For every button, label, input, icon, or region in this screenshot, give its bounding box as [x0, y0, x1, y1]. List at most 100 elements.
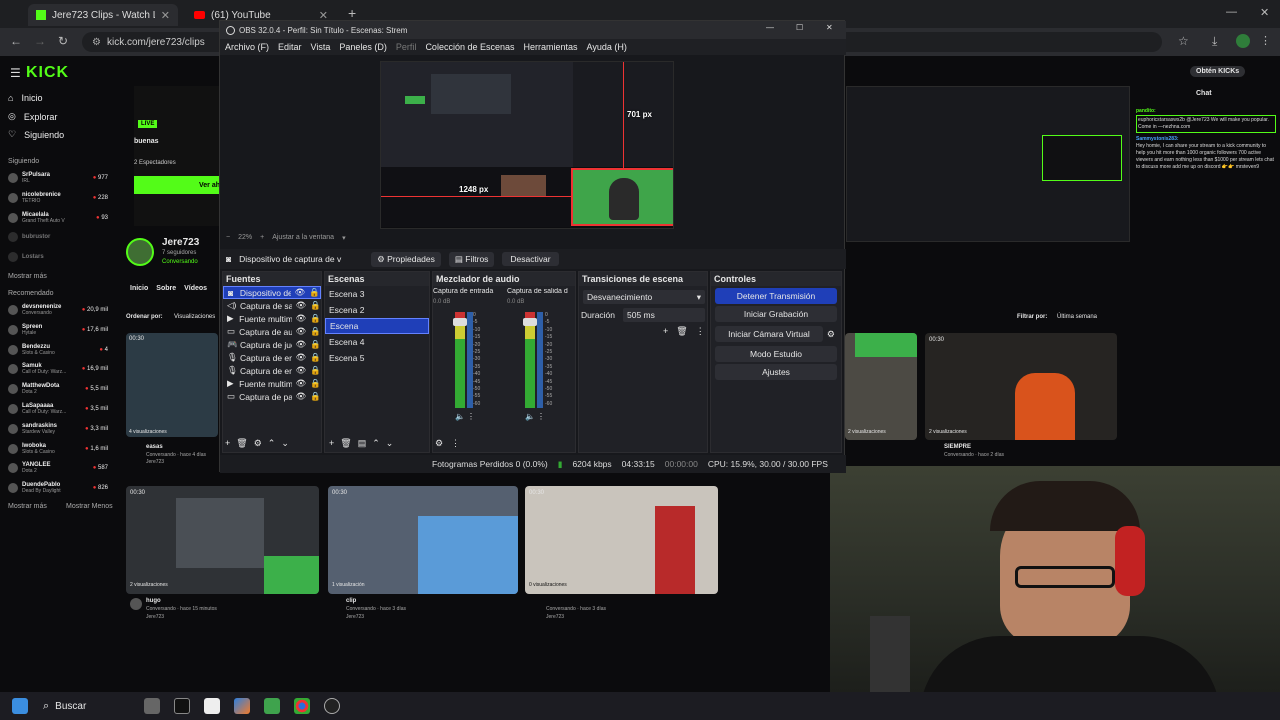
get-kicks-button[interactable]: Obtén KICKs: [1190, 66, 1246, 77]
obs-titlebar[interactable]: OBS 32.0.4 - Perfil: Sin Título - Escena…: [220, 21, 846, 39]
sidebar-channel-item[interactable]: BendezzuSlots & Casino4: [8, 344, 108, 356]
clip-thumbnail[interactable]: 00:30 1 visualización: [328, 486, 518, 594]
profile-avatar[interactable]: [1236, 34, 1250, 48]
source-item[interactable]: 🎙 Captura de en 👁 🔒: [223, 364, 321, 377]
lock-icon[interactable]: 🔒: [310, 300, 321, 311]
obs-taskbar-icon[interactable]: [324, 698, 341, 714]
source-item[interactable]: 🎙 Captura de en 👁 🔒: [223, 351, 321, 364]
stop-streaming-button[interactable]: Detener Transmisión: [715, 288, 837, 304]
scene-item[interactable]: Escena 2: [325, 302, 429, 318]
show-more-link-2[interactable]: Mostrar más: [8, 503, 47, 510]
clip-thumbnail[interactable]: 2 visualizaciones: [845, 333, 917, 440]
eye-icon[interactable]: 👁: [296, 391, 307, 402]
add-transition-icon[interactable]: +: [663, 326, 668, 337]
obs-preview[interactable]: 701 px 1248 px: [380, 61, 674, 229]
source-item[interactable]: ▭ Captura de au 👁 🔒: [223, 325, 321, 338]
back-icon[interactable]: ←: [10, 34, 22, 48]
tab-inicio[interactable]: Inicio: [130, 285, 148, 292]
lock-icon[interactable]: 🔒: [310, 365, 321, 376]
source-item[interactable]: ▶ Fuente multim 👁 🔒: [223, 312, 321, 325]
menu-ayuda[interactable]: Ayuda (H): [587, 42, 627, 52]
nav-home[interactable]: ⌂ Inicio: [8, 93, 42, 103]
minimize-icon[interactable]: —: [766, 23, 774, 32]
mixer-settings-icon[interactable]: ⚙: [435, 438, 443, 449]
eye-icon[interactable]: 👁: [296, 378, 307, 389]
sidebar-channel-item[interactable]: SamukCall of Duty: Warz...16,9 mil: [8, 363, 108, 375]
close-window-icon[interactable]: ✕: [1260, 6, 1269, 19]
scene-item[interactable]: Escena 3: [325, 286, 429, 302]
windows-start-icon[interactable]: [12, 698, 28, 714]
menu-coleccion-escenas[interactable]: Colección de Escenas: [425, 42, 514, 52]
clip-thumbnail[interactable]: 00:30 4 visualizaciones: [126, 333, 218, 437]
show-more-link[interactable]: Mostrar más: [8, 273, 47, 280]
store-icon[interactable]: [264, 698, 281, 714]
eye-icon[interactable]: 👁: [296, 352, 307, 363]
scene-item[interactable]: Escena 5: [325, 350, 429, 366]
chat-username[interactable]: Sammystonis283:: [1136, 136, 1276, 143]
eye-icon[interactable]: 👁: [296, 313, 307, 324]
clip-thumbnail[interactable]: 00:30 2 visualizaciones: [925, 333, 1117, 440]
sidebar-channel-item[interactable]: YANGLEEDota 2587: [8, 462, 108, 474]
lock-icon[interactable]: 🔒: [310, 391, 321, 402]
volume-fader-2[interactable]: [523, 318, 537, 326]
eye-icon[interactable]: 👁: [296, 300, 307, 311]
volume-fader-1[interactable]: [453, 318, 467, 326]
menu-herramientas[interactable]: Herramientas: [524, 42, 578, 52]
bookmark-star-icon[interactable]: ☆: [1178, 34, 1189, 48]
menu-vista[interactable]: Vista: [311, 42, 331, 52]
lock-icon[interactable]: 🔒: [310, 352, 321, 363]
lock-icon[interactable]: 🔒: [310, 326, 321, 337]
tab-sobre[interactable]: Sobre: [156, 285, 176, 292]
file-icon[interactable]: [204, 698, 221, 714]
site-info-icon[interactable]: ⚙: [92, 37, 101, 48]
source-item[interactable]: ◁) Captura de sal 👁 🔒: [223, 299, 321, 312]
gear-icon[interactable]: ⚙: [827, 329, 835, 340]
delete-source-icon[interactable]: 🗑: [236, 438, 247, 449]
maximize-icon[interactable]: ☐: [796, 23, 803, 32]
eye-icon[interactable]: 👁: [296, 365, 307, 376]
zoom-out-icon[interactable]: −: [226, 234, 230, 242]
studio-mode-button[interactable]: Modo Estudio: [715, 346, 837, 362]
menu-editar[interactable]: Editar: [278, 42, 302, 52]
channel-avatar[interactable]: [126, 238, 154, 266]
scene-filters-icon[interactable]: ▤: [358, 438, 367, 449]
chat-username[interactable]: pandito:: [1136, 108, 1276, 115]
mini-player[interactable]: LIVE buenas 2 Espectadores Ver ah: [134, 86, 224, 226]
speaker-icon[interactable]: 🔈: [455, 412, 465, 421]
clip-title[interactable]: SIEMPRE: [944, 444, 971, 450]
clip-thumbnail[interactable]: 00:30 0 visualizaciones: [525, 486, 718, 594]
properties-button[interactable]: ⚙ Propiedades: [371, 251, 441, 267]
chevron-down-icon[interactable]: ▾: [342, 234, 346, 242]
source-settings-icon[interactable]: ⚙: [254, 438, 262, 449]
source-item[interactable]: ▭ Captura de pa 👁 🔒: [223, 390, 321, 403]
menu-perfil[interactable]: Perfil: [396, 42, 417, 52]
lock-icon[interactable]: 🔒: [310, 378, 321, 389]
more-options-icon[interactable]: ⋮: [696, 326, 705, 337]
tab-kick[interactable]: Jere723 Clips - Watch Live on K ✕: [28, 4, 178, 26]
obs-window[interactable]: OBS 32.0.4 - Perfil: Sin Título - Escena…: [219, 20, 846, 473]
move-up-icon[interactable]: ⌃: [268, 438, 276, 449]
sidebar-channel-item[interactable]: Lostars: [8, 252, 108, 262]
source-item[interactable]: ◙ Dispositivo de 👁 🔒: [223, 286, 321, 299]
sidebar-channel-item[interactable]: sandraskinsStardew Valley3,3 mil: [8, 423, 108, 435]
speaker-icon[interactable]: 🔈: [525, 412, 535, 421]
tab-videos[interactable]: Vídeos: [184, 285, 207, 292]
nav-following[interactable]: ♡ Siguiendo: [8, 129, 64, 140]
sidebar-channel-item[interactable]: MatthewDotaDota 25,5 mil: [8, 383, 108, 395]
reload-icon[interactable]: ↻: [58, 34, 68, 48]
eye-icon[interactable]: 👁: [296, 326, 307, 337]
order-select[interactable]: Visualizaciones: [174, 314, 215, 320]
sidebar-channel-item[interactable]: bubrustor: [8, 232, 108, 242]
chrome-icon[interactable]: [294, 698, 311, 714]
lock-icon[interactable]: 🔒: [309, 287, 320, 298]
transition-select[interactable]: Desvanecimiento ▾: [583, 290, 705, 304]
start-recording-button[interactable]: Iniciar Grabación: [715, 306, 837, 322]
sidebar-channel-item[interactable]: nicolebreniceTETRIO228: [8, 192, 108, 204]
sidebar-channel-item[interactable]: SrPulsaraIRL977: [8, 172, 108, 184]
more-options-icon[interactable]: ⋮: [451, 438, 460, 449]
eye-icon[interactable]: 👁: [296, 339, 307, 350]
lock-icon[interactable]: 🔒: [310, 339, 321, 350]
sidebar-channel-item[interactable]: SpreenHytale17,6 mil: [8, 324, 108, 336]
delete-scene-icon[interactable]: 🗑: [340, 438, 351, 449]
forward-icon[interactable]: →: [34, 34, 46, 48]
